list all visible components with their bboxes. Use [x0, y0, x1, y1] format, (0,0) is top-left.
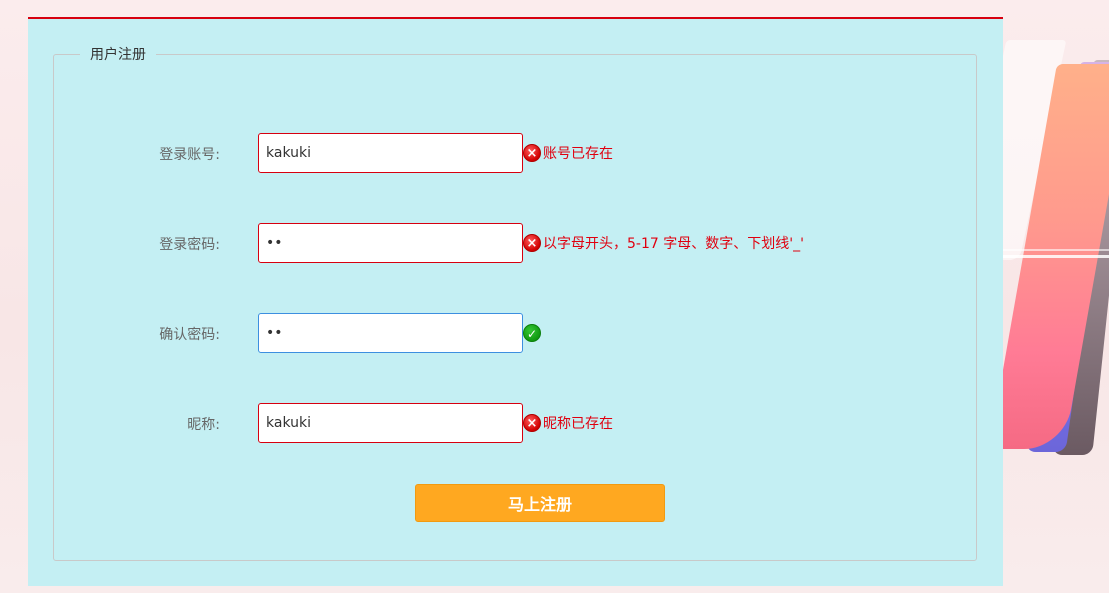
- account-label: 登录账号:: [159, 147, 220, 163]
- error-circle-icon: ×: [523, 414, 541, 432]
- confirm-password-input[interactable]: [258, 313, 523, 353]
- account-message: × 账号已存在: [523, 144, 613, 162]
- account-error-text: 账号已存在: [543, 146, 613, 162]
- deco-line: [1003, 255, 1109, 258]
- error-circle-icon: ×: [523, 144, 541, 162]
- nickname-error-text: 昵称已存在: [543, 416, 613, 432]
- password-label: 登录密码:: [159, 237, 220, 253]
- confirm-password-message: ✓: [523, 324, 541, 342]
- check-circle-icon: ✓: [523, 324, 541, 342]
- confirm-password-row: 确认密码: ✓: [54, 313, 976, 353]
- register-button[interactable]: 马上注册: [415, 484, 665, 522]
- decorative-background: [1003, 0, 1109, 593]
- password-row: 登录密码: × 以字母开头，5-17 字母、数字、下划线'_': [54, 223, 976, 263]
- error-circle-icon: ×: [523, 234, 541, 252]
- registration-fieldset: 用户注册 登录账号: × 账号已存在 登录密码: × 以字母开头，5-17 字母…: [53, 44, 977, 561]
- registration-panel: 用户注册 登录账号: × 账号已存在 登录密码: × 以字母开头，5-17 字母…: [28, 17, 1003, 586]
- nickname-input[interactable]: [258, 403, 523, 443]
- confirm-password-label: 确认密码:: [159, 327, 220, 343]
- nickname-message: × 昵称已存在: [523, 414, 613, 432]
- nickname-row: 昵称: × 昵称已存在: [54, 403, 976, 443]
- password-input[interactable]: [258, 223, 523, 263]
- account-row: 登录账号: × 账号已存在: [54, 133, 976, 173]
- deco-line: [1003, 249, 1109, 251]
- form-legend: 用户注册: [90, 47, 146, 63]
- password-message: × 以字母开头，5-17 字母、数字、下划线'_': [523, 234, 804, 252]
- password-error-text: 以字母开头，5-17 字母、数字、下划线'_': [543, 236, 804, 252]
- nickname-label: 昵称:: [187, 417, 220, 433]
- account-input[interactable]: [258, 133, 523, 173]
